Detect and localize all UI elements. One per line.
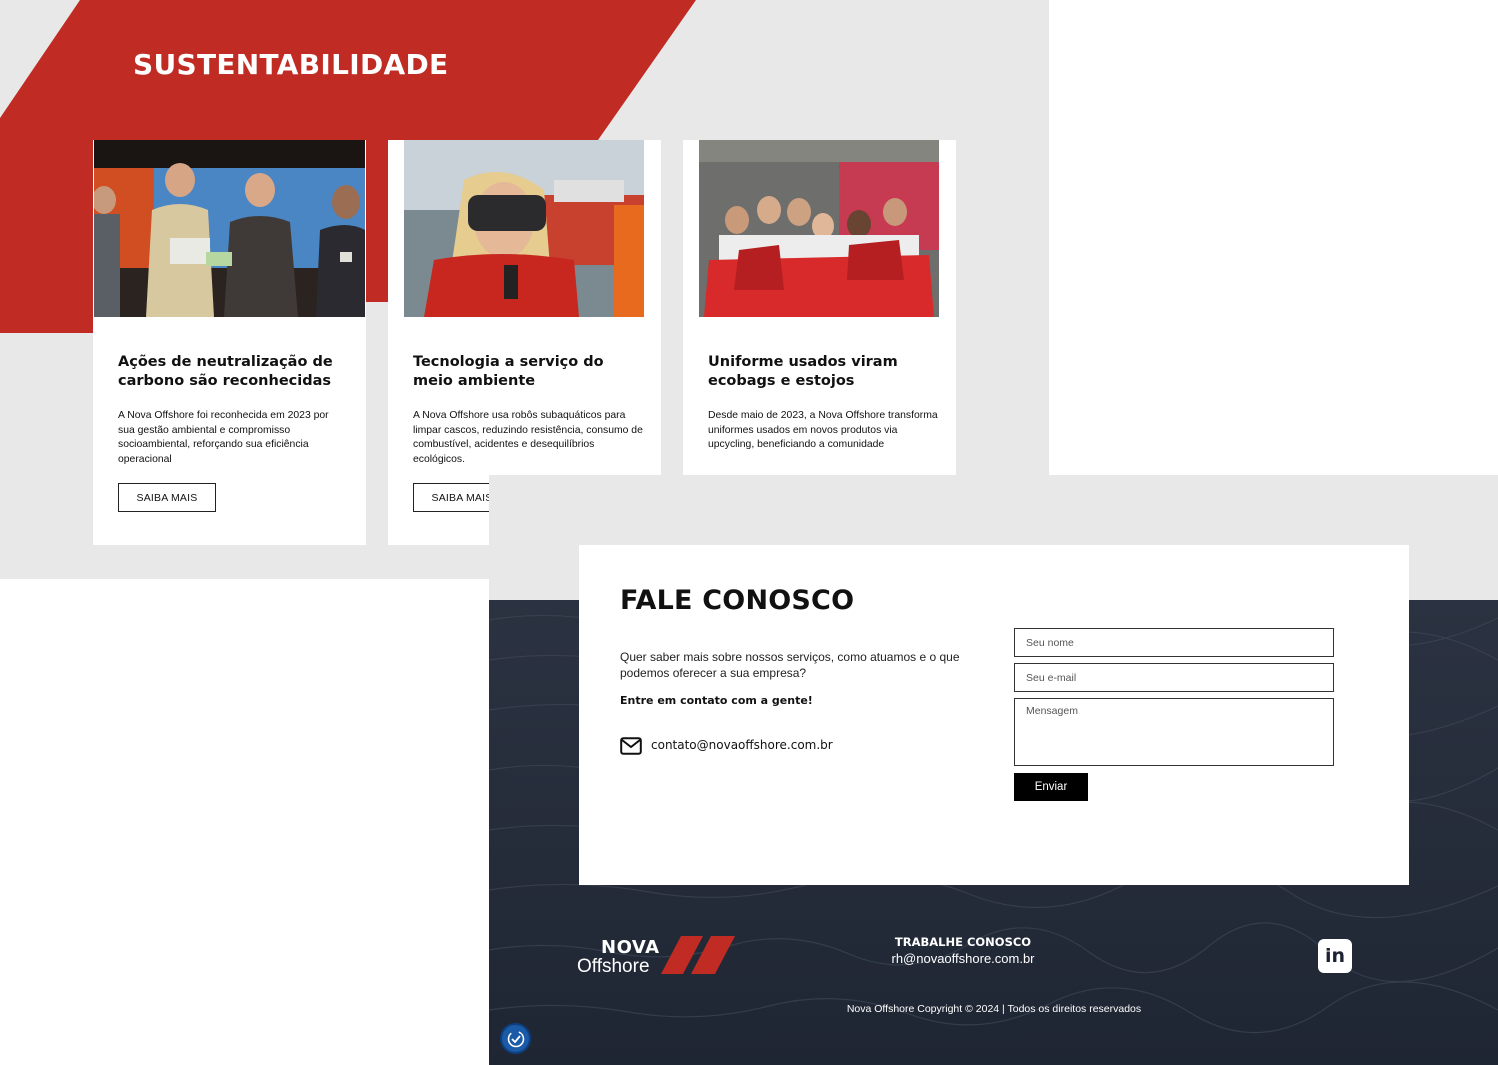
award-ceremony-photo (94, 140, 365, 317)
accessibility-icon[interactable] (500, 1023, 531, 1054)
work-with-us-title: TRABALHE CONOSCO (894, 935, 1032, 949)
section-title: SUSTENTABILIDADE (133, 48, 449, 81)
nova-offshore-logo[interactable]: NOVA Offshore (577, 935, 742, 979)
linkedin-icon[interactable]: in (1318, 939, 1352, 973)
email-input[interactable]: Seu e-mail (1014, 663, 1334, 692)
card-description: A Nova Offshore usa robôs subaquáticos p… (413, 410, 643, 465)
card-description: Desde maio de 2023, a Nova Offshore tran… (708, 410, 938, 450)
submit-button[interactable]: Enviar (1014, 773, 1088, 801)
name-input[interactable]: Seu nome (1014, 628, 1334, 657)
news-card-1: Ações de neutralização de carbono são re… (93, 140, 366, 545)
contact-email-link[interactable]: contato@novaoffshore.com.br (651, 738, 833, 752)
contact-panel: FALE CONOSCO Quer saber mais sobre nosso… (579, 545, 1409, 885)
work-with-us-email[interactable]: rh@novaoffshore.com.br (849, 951, 1077, 966)
upcycled-uniforms-photo (699, 140, 939, 317)
copyright-text: Nova Offshore Copyright © 2024 | Todos o… (846, 1003, 1142, 1015)
card-description: A Nova Offshore foi reconhecida em 2023 … (118, 410, 329, 465)
card-title: Tecnologia a serviço do meio ambiente (413, 354, 604, 389)
contact-intro: Quer saber mais sobre nossos serviços, c… (620, 650, 960, 680)
contact-section: FALE CONOSCO Quer saber mais sobre nosso… (489, 475, 1498, 1065)
message-textarea[interactable]: Mensagem (1014, 698, 1334, 766)
vr-headset-photo (404, 140, 644, 317)
contact-title: FALE CONOSCO (620, 585, 855, 616)
saiba-mais-button[interactable]: SAIBA MAIS (118, 483, 216, 512)
logo-text-offshore: Offshore (577, 956, 650, 977)
logo-text-nova: NOVA (601, 937, 660, 958)
card-title: Uniforme usados viram ecobags e estojos (708, 354, 898, 389)
contact-cta: Entre em contato com a gente! (620, 694, 813, 707)
logo-slashes-icon (661, 936, 735, 974)
envelope-icon (620, 737, 642, 755)
card-title: Ações de neutralização de carbono são re… (118, 354, 333, 389)
